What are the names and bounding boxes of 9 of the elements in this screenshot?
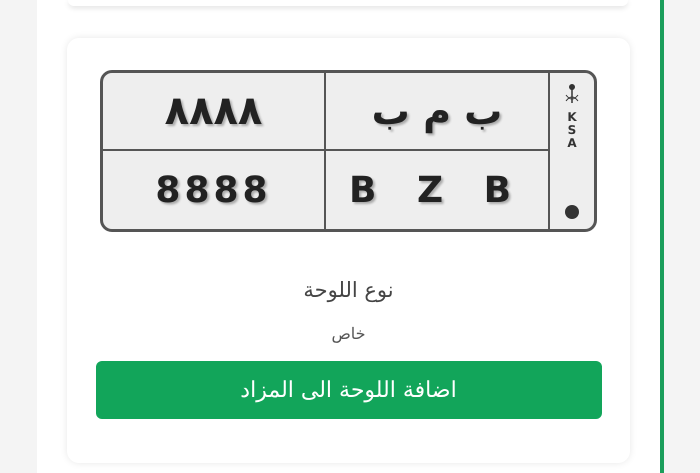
- plate-arabic-numbers: ٨٨٨٨: [103, 73, 326, 151]
- plate-type-label: نوع اللوحة: [303, 278, 394, 302]
- plate-latin-numbers: 8888: [103, 151, 326, 229]
- country-code: KSA: [566, 111, 578, 151]
- plate-type-value: خاص: [331, 324, 366, 343]
- plate-dot: [565, 205, 579, 219]
- plate-latin-letters: B Z B: [326, 151, 550, 229]
- add-to-auction-button[interactable]: اضافة اللوحة الى المزاد: [96, 361, 602, 419]
- plate-arabic-letters: ب م ب: [326, 73, 550, 151]
